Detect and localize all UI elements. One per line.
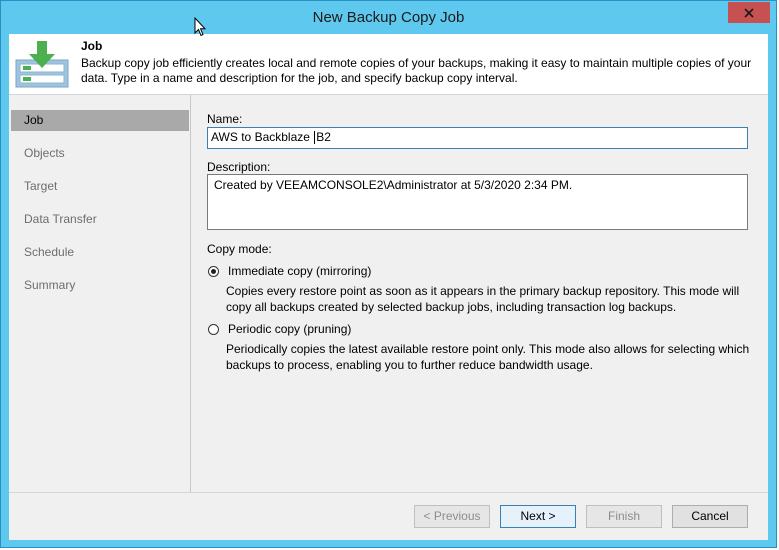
previous-button[interactable]: < Previous [414,505,490,528]
copy-mode-label: Copy mode: [207,242,272,256]
header-title: Job [81,39,103,53]
cancel-button[interactable]: Cancel [672,505,748,528]
immediate-copy-option[interactable]: Immediate copy (mirroring) [208,264,371,278]
immediate-copy-description: Copies every restore point as soon as it… [226,284,740,314]
close-button[interactable] [728,2,770,23]
periodic-copy-option[interactable]: Periodic copy (pruning) [208,322,351,336]
window-title: New Backup Copy Job [312,9,465,26]
title-bar[interactable]: New Backup Copy Job [1,1,776,34]
wizard-header: Job Backup copy job efficiently creates … [9,34,768,95]
close-icon [744,7,754,18]
immediate-copy-label: Immediate copy (mirroring) [228,264,372,278]
mouse-cursor-icon [194,16,207,40]
finish-button[interactable]: Finish [586,505,662,528]
name-label: Name: [207,112,243,126]
nav-item-objects[interactable]: Objects [11,143,189,164]
nav-item-schedule[interactable]: Schedule [11,242,189,263]
nav-item-target[interactable]: Target [11,176,189,197]
nav-item-job[interactable]: Job [11,110,189,131]
name-input[interactable]: AWS to Backblaze B2 [207,127,748,149]
periodic-copy-radio[interactable] [208,323,219,335]
next-button[interactable]: Next > [500,505,576,528]
name-value-start: AWS to Backblaze [211,130,314,144]
nav-item-summary[interactable]: Summary [11,275,189,296]
wizard-body: Job Backup copy job efficiently creates … [9,34,768,540]
immediate-copy-radio[interactable] [208,265,219,277]
wizard-steps-nav: Job Objects Target Data Transfer Schedul… [9,95,191,492]
header-description: Backup copy job efficiently creates loca… [81,56,752,85]
nav-item-data-transfer[interactable]: Data Transfer [11,209,189,230]
wizard-window: New Backup Copy Job Job Backup copy job … [0,0,777,548]
description-label: Description: [207,160,271,174]
description-textarea[interactable]: Created by VEEAMCONSOLE2\Administrator a… [207,174,748,230]
backup-copy-download-icon [15,40,69,91]
periodic-copy-label: Periodic copy (pruning) [228,322,352,336]
periodic-copy-description: Periodically copies the latest available… [226,342,750,372]
wizard-footer: < Previous Next > Finish Cancel [9,492,768,541]
name-value-end: B2 [316,130,331,144]
